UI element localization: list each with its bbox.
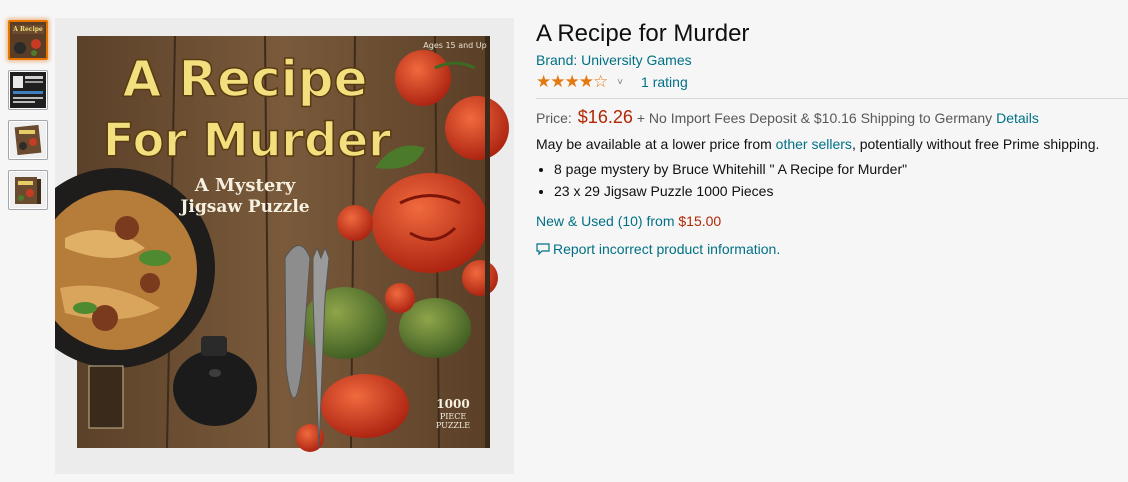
thumbnail-strip: A Recipe xyxy=(8,20,52,220)
box-pieces-line2: PIECE xyxy=(440,412,467,421)
price-label: Price: xyxy=(536,110,572,126)
product-title: A Recipe for Murder xyxy=(536,20,750,47)
new-used-label: New & Used (10) from xyxy=(536,213,675,229)
shipping-info: + No Import Fees Deposit & $10.16 Shippi… xyxy=(636,110,993,126)
puzzle-box-image: A Recipe For Murder A Mystery Jigsaw Puz… xyxy=(55,35,509,452)
report-link-label: Report incorrect product information. xyxy=(553,241,781,257)
divider xyxy=(536,98,1128,99)
thumbnail-4[interactable] xyxy=(8,170,48,210)
new-used-offers-link[interactable]: New & Used (10) from $15.00 xyxy=(536,213,1126,229)
product-info: A Recipe for Murder Brand: University Ga… xyxy=(536,20,1128,257)
thumbnail-image xyxy=(10,172,46,208)
box-subtitle-line1: A Mystery xyxy=(194,175,296,196)
star-rating-icon[interactable]: ★★★★☆ xyxy=(536,73,608,91)
feature-bullet: 23 x 29 Jigsaw Puzzle 1000 Pieces xyxy=(554,183,1126,199)
details-link[interactable]: Details xyxy=(996,110,1039,126)
box-age: Ages 15 and Up xyxy=(423,41,486,50)
thumbnail-image xyxy=(10,122,46,158)
thumbnail-image: A Recipe xyxy=(10,22,46,58)
rating-row: ★★★★☆ ˅ 1 rating xyxy=(536,72,1126,92)
price-value: $16.26 xyxy=(577,107,633,127)
box-title-line2: For Murder xyxy=(103,113,391,167)
availability-suffix: , potentially without free Prime shippin… xyxy=(851,136,1100,152)
report-link[interactable]: Report incorrect product information. xyxy=(536,241,1126,257)
main-product-image[interactable]: A Recipe For Murder A Mystery Jigsaw Puz… xyxy=(55,18,514,474)
availability-prefix: May be available at a lower price from xyxy=(536,136,772,152)
box-pieces-line3: PUZZLE xyxy=(436,421,470,430)
box-title-line1: A Recipe xyxy=(123,50,368,108)
thumbnail-2[interactable] xyxy=(8,70,48,110)
chevron-down-icon[interactable]: ˅ xyxy=(617,77,623,88)
availability-text: May be available at a lower price from o… xyxy=(536,136,1126,152)
box-subtitle-line2: Jigsaw Puzzle xyxy=(178,197,309,217)
new-used-price: $15.00 xyxy=(678,213,722,229)
price-row: Price: $16.26 + No Import Fees Deposit &… xyxy=(536,107,1126,128)
brand-link[interactable]: Brand: University Games xyxy=(536,52,692,68)
feature-bullets: 8 page mystery by Bruce Whitehill " A Re… xyxy=(536,161,1126,199)
other-sellers-link[interactable]: other sellers xyxy=(776,136,852,152)
comment-icon xyxy=(536,243,550,255)
box-pieces-line1: 1000 xyxy=(436,397,469,411)
thumbnail-3[interactable] xyxy=(8,120,48,160)
thumbnail-1[interactable]: A Recipe xyxy=(8,20,48,60)
feature-bullet: 8 page mystery by Bruce Whitehill " A Re… xyxy=(554,161,1126,177)
thumbnail-image xyxy=(10,72,46,108)
svg-text:A Recipe: A Recipe xyxy=(12,26,43,33)
ratings-count-link[interactable]: 1 rating xyxy=(641,74,688,90)
